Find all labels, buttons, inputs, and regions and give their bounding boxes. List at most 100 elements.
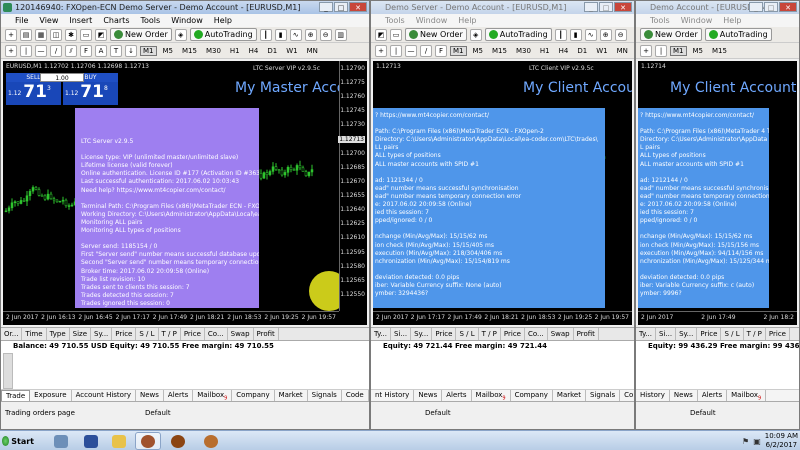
line-chart-icon[interactable]: ∿	[584, 28, 597, 41]
title-bar[interactable]: 120146940: FXOpen-ECN Demo Server - Demo…	[1, 1, 369, 14]
title-bar[interactable]: Demo Account - [EURUSDc,M1] _ □ ✕	[636, 1, 799, 14]
metaeditor-icon[interactable]: ◈	[174, 28, 187, 41]
menu-tools[interactable]: Tools	[650, 16, 670, 25]
menu-insert[interactable]: Insert	[69, 16, 92, 25]
terminal-side-label[interactable]	[3, 353, 13, 389]
vertical-line-icon[interactable]: |	[655, 44, 667, 57]
column-header[interactable]: Sy...	[676, 328, 698, 340]
terminal-trade-area[interactable]	[636, 352, 799, 390]
crosshair-icon[interactable]: +	[375, 44, 387, 57]
tf-m5[interactable]: M5	[470, 46, 487, 56]
column-header[interactable]: Time	[22, 328, 47, 340]
terminal-tab[interactable]: Market	[553, 390, 586, 401]
tf-m5[interactable]: M5	[160, 46, 177, 56]
taskbar-powershell[interactable]	[78, 432, 104, 450]
new-order-button[interactable]: New Order	[110, 28, 172, 41]
clock[interactable]: 10:09 AM 6/2/2017	[765, 432, 798, 450]
tf-h1[interactable]: H1	[537, 46, 553, 56]
terminal-tab[interactable]: News	[670, 390, 698, 401]
terminal-tab[interactable]: Co	[620, 390, 634, 401]
minimize-button[interactable]: _	[749, 2, 763, 12]
terminal-tab[interactable]: News	[136, 390, 164, 401]
column-header[interactable]: Profit	[254, 328, 279, 340]
menu-help[interactable]: Help	[214, 16, 232, 25]
flag-icon[interactable]: ⚑	[742, 437, 749, 446]
maximize-button[interactable]: □	[599, 2, 613, 12]
terminal-tab[interactable]: Account History	[72, 390, 136, 401]
terminal-tab[interactable]: News	[414, 390, 443, 401]
column-header[interactable]: Swap	[228, 328, 254, 340]
vertical-line-icon[interactable]: |	[20, 44, 32, 57]
tf-w1[interactable]: W1	[593, 46, 610, 56]
menu-help[interactable]: Help	[458, 16, 476, 25]
tile-windows-icon[interactable]: ▥	[334, 28, 347, 41]
terminal-tab[interactable]: Alerts	[698, 390, 728, 401]
menu-window[interactable]: Window	[171, 16, 203, 25]
tf-m15[interactable]: M15	[489, 46, 510, 56]
tf-mn[interactable]: MN	[614, 46, 631, 56]
column-header[interactable]: Si...	[656, 328, 677, 340]
menu-file[interactable]: File	[15, 16, 28, 25]
terminal-tab[interactable]: Market	[275, 390, 308, 401]
lot-size-input[interactable]: 1.00	[40, 73, 84, 82]
menu-tools[interactable]: Tools	[385, 16, 405, 25]
tester-icon[interactable]: ◩	[375, 28, 387, 41]
menu-help[interactable]: Help	[723, 16, 741, 25]
column-header[interactable]: Sy...	[411, 328, 433, 340]
minimize-button[interactable]: _	[319, 2, 333, 12]
label-icon[interactable]: T	[110, 44, 122, 57]
close-button[interactable]: ✕	[779, 2, 797, 12]
taskbar-mt4-3[interactable]	[198, 432, 224, 450]
terminal-trade-area[interactable]	[371, 352, 634, 390]
mt4-client-window[interactable]: Demo Server - Demo Account - [EURUSD,M1]…	[370, 0, 635, 430]
column-header[interactable]: S / L	[721, 328, 744, 340]
menu-charts[interactable]: Charts	[103, 16, 129, 25]
terminal-tab[interactable]: Company	[232, 390, 275, 401]
candle-chart-icon[interactable]: ▮	[569, 28, 582, 41]
terminal-tab[interactable]: History	[636, 390, 670, 401]
terminal-icon[interactable]: ▭	[390, 28, 402, 41]
mt4-master-window[interactable]: 120146940: FXOpen-ECN Demo Server - Demo…	[0, 0, 370, 430]
horizontal-line-icon[interactable]: —	[405, 44, 417, 57]
tf-m1[interactable]: M1	[670, 45, 687, 56]
terminal-tab[interactable]: Exposure	[30, 390, 72, 401]
menu-view[interactable]: View	[39, 16, 58, 25]
trendline-icon[interactable]: /	[50, 44, 62, 57]
navigator-icon[interactable]: ✱	[65, 28, 77, 41]
terminal-tab[interactable]: Mailbox9	[727, 390, 767, 401]
trendline-icon[interactable]: /	[420, 44, 432, 57]
new-order-button[interactable]: New Order	[640, 28, 702, 41]
terminal-tab[interactable]: Mailbox9	[193, 390, 233, 401]
fibo-icon[interactable]: F	[435, 44, 447, 57]
tf-m15[interactable]: M15	[709, 46, 730, 56]
column-header[interactable]: Swap	[548, 328, 574, 340]
taskbar-mt4-1[interactable]	[135, 432, 161, 450]
tf-m30[interactable]: M30	[513, 46, 534, 56]
column-header[interactable]: Co...	[205, 328, 228, 340]
start-button[interactable]: Start	[2, 433, 34, 449]
tester-icon[interactable]: ◩	[95, 28, 107, 41]
metaeditor-icon[interactable]: ◈	[469, 28, 482, 41]
tf-d1[interactable]: D1	[574, 46, 590, 56]
column-header[interactable]: Sy...	[91, 328, 113, 340]
column-header[interactable]: Price	[112, 328, 137, 340]
channel-icon[interactable]: ⫽	[65, 44, 77, 57]
terminal-tab[interactable]: Signals	[586, 390, 621, 401]
taskbar-server-manager[interactable]	[48, 432, 74, 450]
autotrading-button[interactable]: AutoTrading	[484, 28, 552, 41]
maximize-button[interactable]: □	[334, 2, 348, 12]
bar-chart-icon[interactable]: ┃	[259, 28, 272, 41]
terminal-tab[interactable]: Company	[511, 390, 553, 401]
zoom-in-icon[interactable]: ⊕	[304, 28, 317, 41]
column-header[interactable]: Ty...	[636, 328, 657, 340]
tf-w1[interactable]: W1	[283, 46, 300, 56]
terminal-tab[interactable]: nt History	[371, 390, 415, 401]
vertical-line-icon[interactable]: |	[390, 44, 402, 57]
new-chart-icon[interactable]: +	[5, 28, 17, 41]
terminal-tab[interactable]: Trade	[1, 390, 31, 401]
autotrading-button[interactable]: AutoTrading	[704, 28, 772, 41]
terminal-tab[interactable]: Signals	[308, 390, 342, 401]
candle-chart-icon[interactable]: ▮	[274, 28, 287, 41]
column-header[interactable]: Profit	[574, 328, 599, 340]
terminal-tab[interactable]: Mailbox9	[472, 390, 511, 401]
